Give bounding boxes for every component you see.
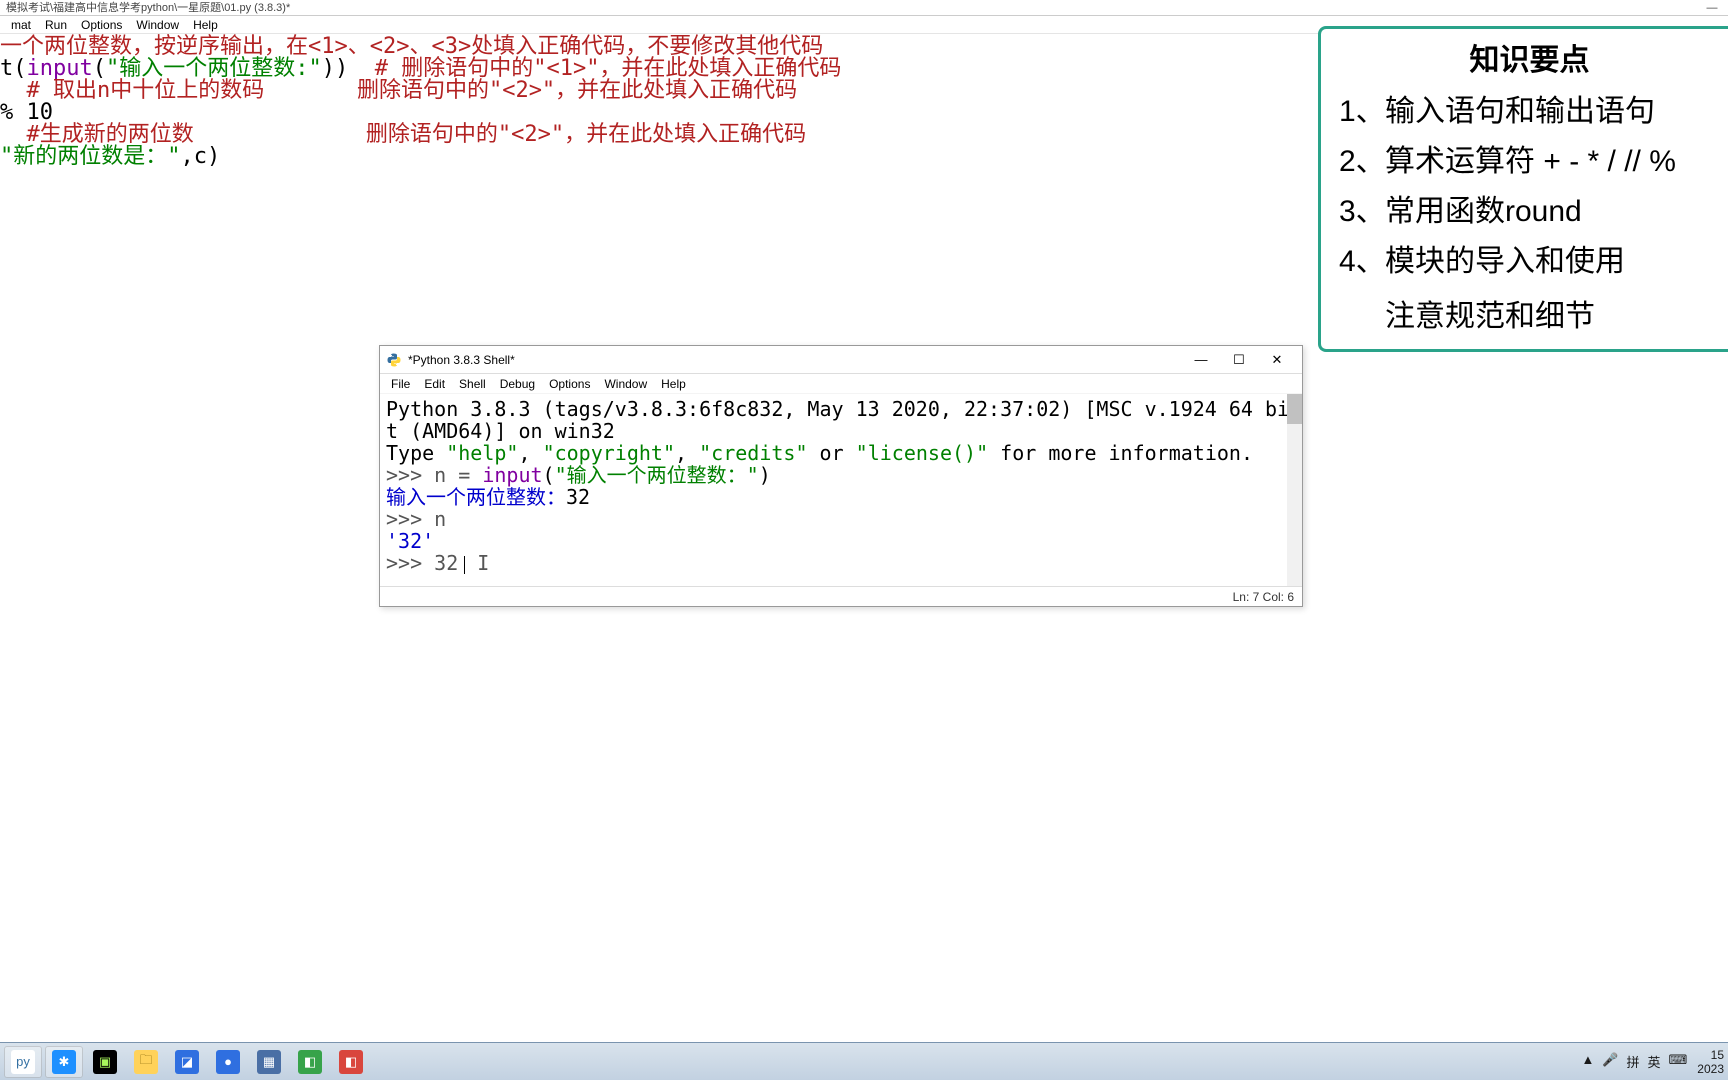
pycharm-icon[interactable]: ▣ [86,1046,124,1078]
tray-keyboard-icon[interactable]: ⌨ [1669,1052,1688,1071]
shell-body[interactable]: Python 3.8.3 (tags/v3.8.3:6f8c832, May 1… [380,394,1302,586]
editor-titlebar[interactable]: 模拟考试\福建高中信息学考python\一星原题\01.py (3.8.3)* … [0,0,1728,16]
shell-menu-options[interactable]: Options [542,377,597,391]
text-cursor [464,556,465,574]
shell-menu-edit[interactable]: Edit [417,377,452,391]
close-button[interactable]: ✕ [1258,346,1296,374]
taskbar-apps: py✱▣🗀◪●▦◧◧ [4,1046,370,1078]
scrollbar[interactable] [1287,394,1302,586]
panel-item: 4、模块的导入和使用 [1339,237,1720,287]
menu-format[interactable]: mat [4,18,38,32]
shell-menu-file[interactable]: File [384,377,417,391]
shell-window: *Python 3.8.3 Shell* — ☐ ✕ File Edit She… [379,345,1303,607]
tool-c-icon[interactable]: ▦ [250,1046,288,1078]
shell-line-input-call: >>> n = input("输入一个两位整数：") [386,463,771,487]
menu-options[interactable]: Options [74,18,129,32]
minimize-button[interactable]: — [1182,346,1220,374]
panel-item: 3、常用函数round [1339,187,1720,237]
shell-menu-debug[interactable]: Debug [493,377,542,391]
panel-note: 注意规范和细节 [1385,291,1720,335]
code-line: "新的两位数是：",c) [0,146,970,168]
shell-window-controls: — ☐ ✕ [1182,346,1296,374]
shell-menubar[interactable]: File Edit Shell Debug Options Window Hel… [380,374,1302,394]
tool-e-icon[interactable]: ◧ [332,1046,370,1078]
tray-ime-eng[interactable]: 英 [1648,1052,1661,1071]
minimize-icon[interactable]: — [1702,0,1722,15]
code-line: 一个两位整数，按逆序输出，在<1>、<2>、<3>处填入正确代码，不要修改其他代… [0,36,970,58]
system-tray[interactable]: ▲ 🎤 拼 英 ⌨ 15 2023 [1581,1048,1724,1076]
shell-banner2: Type "help", "copyright", "credits" or "… [386,441,1253,465]
tray-ime-pin[interactable]: 拼 [1627,1052,1640,1071]
python-icon [386,352,402,368]
shell-banner: Python 3.8.3 (tags/v3.8.3:6f8c832, May 1… [386,397,1289,443]
python-icon[interactable]: py [4,1046,42,1078]
tray-clock[interactable]: 15 2023 [1697,1048,1724,1076]
editor-code-area[interactable]: 一个两位整数，按逆序输出，在<1>、<2>、<3>处填入正确代码，不要修改其他代… [0,36,970,168]
panel-item: 1、输入语句和输出语句 [1339,87,1720,137]
shell-line-prompt: 输入一个两位整数：32 [386,485,590,509]
shell-menu-shell[interactable]: Shell [452,377,493,391]
code-line: #生成新的两位数 删除语句中的"<2>"，并在此处填入正确代码 [0,124,970,146]
editor-title-text: 模拟考试\福建高中信息学考python\一星原题\01.py (3.8.3)* [6,0,290,15]
tray-mic-icon[interactable]: 🎤 [1602,1052,1618,1071]
taskbar[interactable]: py✱▣🗀◪●▦◧◧ ▲ 🎤 拼 英 ⌨ 15 2023 [0,1042,1728,1080]
panel-title: 知识要点 [1339,35,1720,79]
tray-chevron-up-icon[interactable]: ▲ [1581,1052,1594,1071]
maximize-button[interactable]: ☐ [1220,346,1258,374]
panel-list: 1、输入语句和输出语句 2、算术运算符 + - * / // % 3、常用函数r… [1339,87,1720,287]
explorer-icon[interactable]: 🗀 [127,1046,165,1078]
code-line: t(input("输入一个两位整数:")) # 删除语句中的"<1>"，并在此处… [0,58,970,80]
tool-a-icon[interactable]: ◪ [168,1046,206,1078]
code-line: % 10 [0,102,970,124]
shell-title-text: *Python 3.8.3 Shell* [408,353,515,367]
star-icon[interactable]: ✱ [45,1046,83,1078]
shell-line-n: >>> n [386,507,446,531]
shell-menu-window[interactable]: Window [597,377,654,391]
menu-run[interactable]: Run [38,18,74,32]
panel-item: 2、算术运算符 + - * / // % [1339,137,1720,187]
code-line: # 取出n中十位上的数码 删除语句中的"<2>"，并在此处填入正确代码 [0,80,970,102]
editor-window-controls: — [1702,0,1722,15]
menu-window[interactable]: Window [129,18,186,32]
tool-b-icon[interactable]: ● [209,1046,247,1078]
shell-cursor-position: Ln: 7 Col: 6 [1233,590,1294,604]
scrollbar-thumb[interactable] [1287,394,1302,424]
knowledge-panel: 知识要点 1、输入语句和输出语句 2、算术运算符 + - * / // % 3、… [1318,26,1728,352]
tool-d-icon[interactable]: ◧ [291,1046,329,1078]
shell-statusbar: Ln: 7 Col: 6 [380,586,1302,606]
shell-line-nout: '32' [386,529,434,553]
shell-titlebar[interactable]: *Python 3.8.3 Shell* — ☐ ✕ [380,346,1302,374]
menu-help[interactable]: Help [186,18,225,32]
shell-line-32: >>> 32 I [386,551,489,575]
shell-menu-help[interactable]: Help [654,377,693,391]
